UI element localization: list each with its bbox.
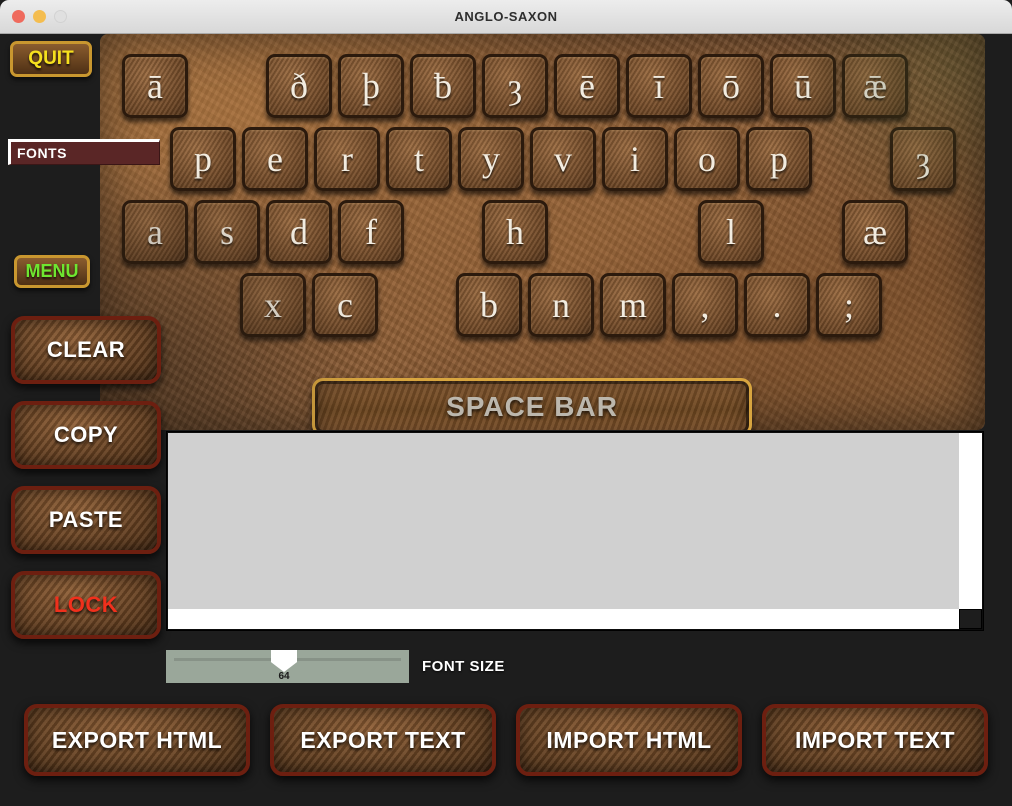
keyboard-row-4: x c b n m , . ;: [100, 273, 985, 341]
import-text-button[interactable]: IMPORT TEXT: [762, 704, 988, 776]
font-size-label: FONT SIZE: [422, 658, 505, 675]
title-bar: ANGLO-SAXON: [0, 0, 1012, 34]
key-i-macron[interactable]: ī: [626, 54, 692, 118]
key-comma[interactable]: ,: [672, 273, 738, 337]
slider-value-label: 64: [278, 671, 290, 682]
vertical-scrollbar[interactable]: [959, 433, 982, 611]
key-l[interactable]: l: [698, 200, 764, 264]
key-d[interactable]: d: [266, 200, 332, 264]
key-ezh[interactable]: ȝ: [890, 127, 956, 191]
key-semicolon[interactable]: ;: [816, 273, 882, 337]
key-thorn[interactable]: þ: [338, 54, 404, 118]
minimize-window-button[interactable]: [33, 10, 46, 23]
key-v[interactable]: v: [530, 127, 596, 191]
menu-button[interactable]: MENU: [14, 255, 90, 288]
key-h[interactable]: h: [482, 200, 548, 264]
text-editor-input[interactable]: [168, 433, 961, 611]
slider-handle[interactable]: [271, 650, 297, 672]
key-eth[interactable]: ð: [266, 54, 332, 118]
key-p2[interactable]: p: [746, 127, 812, 191]
window-title: ANGLO-SAXON: [454, 9, 558, 24]
key-a-macron[interactable]: ā: [122, 54, 188, 118]
key-r[interactable]: r: [314, 127, 380, 191]
key-period[interactable]: .: [744, 273, 810, 337]
key-u-macron[interactable]: ū: [770, 54, 836, 118]
quit-button[interactable]: QUIT: [10, 41, 92, 77]
keyboard-rows: ā ð þ ƀ ȝ ē ī ō ū ǣ p e r t y v i o p ȝ …: [100, 34, 985, 341]
key-f[interactable]: f: [338, 200, 404, 264]
paste-button[interactable]: PASTE: [11, 486, 161, 554]
space-bar-key[interactable]: SPACE BAR: [312, 378, 752, 430]
fonts-dropdown[interactable]: FONTS: [8, 139, 160, 165]
key-i[interactable]: i: [602, 127, 668, 191]
key-o-macron[interactable]: ō: [698, 54, 764, 118]
key-b-stroke[interactable]: ƀ: [410, 54, 476, 118]
key-a[interactable]: a: [122, 200, 188, 264]
traffic-light-group: [12, 10, 67, 23]
copy-button[interactable]: COPY: [11, 401, 161, 469]
key-t[interactable]: t: [386, 127, 452, 191]
import-html-button[interactable]: IMPORT HTML: [516, 704, 742, 776]
key-n[interactable]: n: [528, 273, 594, 337]
horizontal-scrollbar[interactable]: [168, 609, 961, 629]
key-o[interactable]: o: [674, 127, 740, 191]
key-c[interactable]: c: [312, 273, 378, 337]
key-s[interactable]: s: [194, 200, 260, 264]
close-window-button[interactable]: [12, 10, 25, 23]
key-e-macron[interactable]: ē: [554, 54, 620, 118]
font-size-slider[interactable]: 64: [166, 650, 409, 683]
keyboard-row-2: p e r t y v i o p ȝ: [100, 127, 985, 195]
key-x[interactable]: x: [240, 273, 306, 337]
zoom-window-button[interactable]: [54, 10, 67, 23]
lock-button[interactable]: LOCK: [11, 571, 161, 639]
export-text-button[interactable]: EXPORT TEXT: [270, 704, 496, 776]
key-b[interactable]: b: [456, 273, 522, 337]
keyboard-row-3: a s d f h l æ: [100, 200, 985, 268]
key-p[interactable]: p: [170, 127, 236, 191]
key-y[interactable]: y: [458, 127, 524, 191]
key-m[interactable]: m: [600, 273, 666, 337]
key-e[interactable]: e: [242, 127, 308, 191]
key-ae-macron[interactable]: ǣ: [842, 54, 908, 118]
keyboard-panel: ā ð þ ƀ ȝ ē ī ō ū ǣ p e r t y v i o p ȝ …: [100, 34, 985, 430]
export-html-button[interactable]: EXPORT HTML: [24, 704, 250, 776]
text-editor-container: [166, 431, 984, 631]
scrollbar-corner: [959, 609, 982, 629]
app-window: ANGLO-SAXON ā ð þ ƀ ȝ ē ī ō ū ǣ p e r t: [0, 0, 1012, 806]
keyboard-row-1: ā ð þ ƀ ȝ ē ī ō ū ǣ: [100, 54, 985, 122]
key-yogh[interactable]: ȝ: [482, 54, 548, 118]
key-ash[interactable]: æ: [842, 200, 908, 264]
clear-button[interactable]: CLEAR: [11, 316, 161, 384]
